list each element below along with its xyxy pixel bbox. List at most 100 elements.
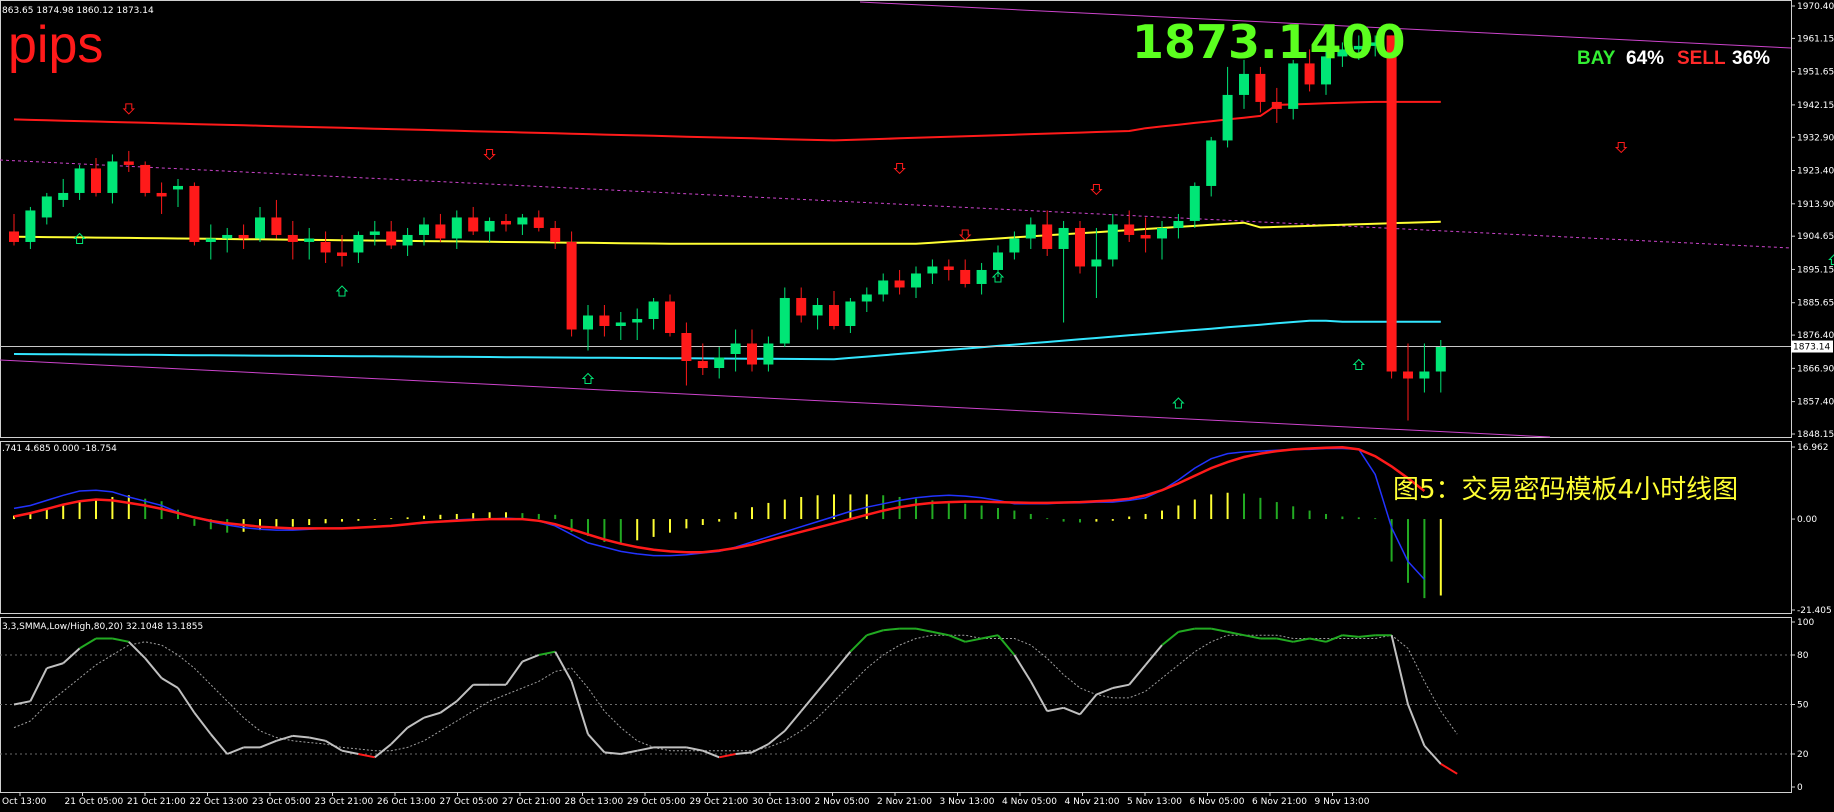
sell-percent: 36% <box>1732 48 1770 69</box>
candle-body <box>599 315 610 326</box>
candle-body <box>353 234 364 253</box>
candle-body <box>1222 94 1233 141</box>
time-tick-label: 21 Oct 05:00 <box>65 797 124 807</box>
candle-body <box>451 217 462 239</box>
candle-body <box>1271 101 1282 109</box>
candle-body <box>173 185 183 190</box>
candle-body <box>402 234 413 246</box>
candle-body <box>812 304 823 316</box>
time-tick-label: 30 Oct 13:00 <box>752 797 811 807</box>
time-tick-label: 22 Oct 13:00 <box>190 797 249 807</box>
price-tick-label: 1951.65 <box>1797 68 1834 78</box>
candle-body <box>681 332 692 362</box>
price-tick-label: 1942.15 <box>1797 101 1834 111</box>
price-tick-label: 1932.90 <box>1797 133 1834 143</box>
candle[interactable] <box>189 182 200 246</box>
candle-body <box>1386 35 1397 372</box>
time-tick-label: 29 Oct 05:00 <box>627 797 686 807</box>
candle[interactable] <box>140 161 151 197</box>
time-tick-label: 29 Oct 21:00 <box>690 797 749 807</box>
time-tick-label: 6 Nov 05:00 <box>1190 797 1245 807</box>
price-tick-label: 1885.65 <box>1797 299 1834 309</box>
candle-body <box>386 231 397 246</box>
time-tick-label: 3 Nov 13:00 <box>940 797 995 807</box>
candle-body <box>665 301 675 333</box>
stoch-tick-label: 80 <box>1797 651 1809 661</box>
time-tick-label: 28 Oct 13:00 <box>565 797 624 807</box>
stoch-tick-label: 20 <box>1797 750 1809 760</box>
candle-body <box>993 252 1003 270</box>
time-tick-label: 21 Oct 21:00 <box>127 797 186 807</box>
price-tick-label: 1895.15 <box>1797 265 1834 275</box>
candle-body <box>1091 259 1102 267</box>
price-tick-label: 1904.65 <box>1797 232 1834 242</box>
time-tick-label: 27 Oct 05:00 <box>440 797 499 807</box>
buy-percent: 64% <box>1626 48 1664 69</box>
candle-body <box>41 196 52 218</box>
price-tick-label: 1866.90 <box>1797 364 1834 374</box>
candle-body <box>829 304 839 326</box>
time-tick-label: 23 Oct 05:00 <box>252 797 311 807</box>
time-tick-label: 4 Nov 21:00 <box>1065 797 1120 807</box>
candle-body <box>156 192 167 197</box>
candle-body <box>960 269 971 284</box>
candle-body <box>238 234 249 239</box>
stoch-tick-label: 100 <box>1797 618 1814 628</box>
candle-body <box>796 297 807 316</box>
candle-body <box>878 280 889 295</box>
trading-chart[interactable]: 1970.40 1961.15 1951.65 1942.15 1932.90 1923.… <box>0 0 1834 812</box>
candle-body <box>205 238 216 242</box>
candle-body <box>337 252 347 256</box>
candle-body <box>550 227 561 242</box>
current-price-tag-label: 1873.14 <box>1793 343 1830 353</box>
candle-body <box>730 343 741 355</box>
candle-body <box>1107 224 1118 260</box>
candle-body <box>1419 371 1430 379</box>
time-tick-label: 26 Oct 13:00 <box>377 797 436 807</box>
price-tick-label: 1961.15 <box>1797 34 1834 44</box>
candle[interactable] <box>1386 35 1397 379</box>
buy-label: BAY <box>1577 48 1616 69</box>
candle-body <box>566 241 577 330</box>
candle-body <box>1239 73 1249 95</box>
candle-body <box>747 343 757 365</box>
candle-body <box>25 210 36 242</box>
candle-body <box>714 357 725 369</box>
candle-body <box>927 266 938 274</box>
candle-body <box>1140 234 1151 239</box>
candle-body <box>107 161 118 193</box>
candle-body <box>1025 224 1036 239</box>
candle-body <box>468 217 479 232</box>
big-price-label: 1873.1400 <box>1132 15 1406 69</box>
stoch-tick-label: 0 <box>1797 783 1803 793</box>
candle-body <box>369 231 380 235</box>
main-info-text: 863.65 1874.98 1860.12 1873.14 <box>2 6 154 16</box>
candle-body <box>861 294 872 302</box>
candle-body <box>1124 224 1135 235</box>
time-tick-label: 23 Oct 21:00 <box>315 797 374 807</box>
time-tick-label: 9 Nov 13:00 <box>1315 797 1370 807</box>
candle[interactable] <box>1075 220 1085 274</box>
time-tick-label: Oct 13:00 <box>2 797 47 807</box>
candle-body <box>140 164 151 193</box>
candle-body <box>58 192 69 200</box>
candle-body <box>1403 371 1413 379</box>
candle-body <box>9 231 19 242</box>
candle-body <box>1075 227 1085 267</box>
candle[interactable] <box>566 231 577 337</box>
candle-body <box>501 220 511 225</box>
candle-body <box>123 161 134 165</box>
macd-tick-label: 0.00 <box>1797 515 1817 525</box>
time-tick-label: 4 Nov 05:00 <box>1002 797 1057 807</box>
candle-body <box>779 297 790 344</box>
time-tick-label: 27 Oct 21:00 <box>502 797 561 807</box>
price-tick-label: 1857.40 <box>1797 398 1834 408</box>
candle-body <box>1206 140 1217 186</box>
time-tick-label: 2 Nov 21:00 <box>877 797 932 807</box>
candle-body <box>419 224 429 235</box>
candle-body <box>1042 224 1053 249</box>
candle-body <box>1173 220 1184 228</box>
candle-body <box>271 217 282 235</box>
price-tick-label: 1876.40 <box>1797 331 1834 341</box>
time-tick-label: 6 Nov 21:00 <box>1252 797 1307 807</box>
